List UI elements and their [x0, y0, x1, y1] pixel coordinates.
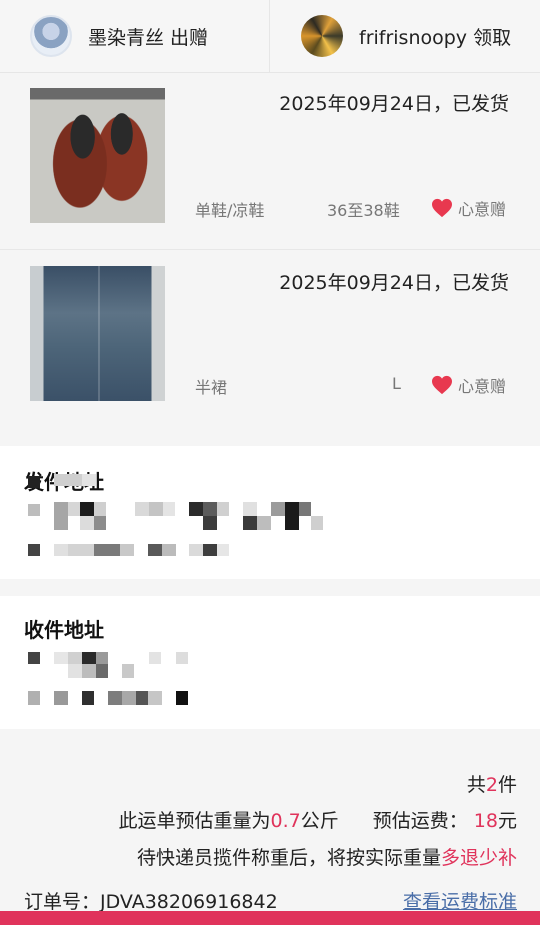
fee-unit: 元: [497, 810, 517, 832]
item-date-status: 2025年09月24日，已发货: [279, 93, 509, 115]
item-category: 半裙: [195, 378, 228, 397]
view-fee-standard-link[interactable]: 查看运费标准: [403, 887, 517, 914]
note-highlight: 多退少补: [440, 847, 517, 869]
receiver-info[interactable]: frifrisnoopy 领取: [270, 0, 540, 72]
order-value: JDVA38206916842: [100, 891, 278, 913]
count-value: 2: [485, 774, 498, 796]
item-size: L: [392, 374, 401, 393]
list-item[interactable]: 2025年09月24日，已发货 半裙 L 心意赠: [0, 250, 540, 425]
redacted-address-mosaic: [0, 596, 540, 729]
list-item[interactable]: 2025年09月24日，已发货 单鞋/凉鞋 36至38鞋 心意赠: [0, 73, 540, 250]
item-size: 36至38鞋: [327, 201, 400, 220]
weight-fee-line: 此运单预估重量为0.7公斤 预估运费： 18元: [119, 806, 517, 833]
weight-note: 待快递员揽件称重后，将按实际重量多退少补: [137, 843, 517, 870]
weight-prefix: 此运单预估重量为: [118, 810, 271, 832]
redacted-address-mosaic: [0, 446, 540, 579]
note-prefix: 待快递员揽件称重后，将按实际重量: [136, 847, 441, 869]
receiver-address-card: 收件地址: [0, 596, 540, 729]
sender-avatar[interactable]: [30, 15, 72, 57]
transfer-header: 墨染青丝 出赠 frifrisnoopy 领取: [0, 0, 540, 73]
fee-value: 18: [473, 810, 498, 832]
count-prefix: 共: [466, 774, 486, 796]
receiver-label: frifrisnoopy 领取: [359, 26, 512, 49]
sender-label: 墨染青丝 出赠: [88, 26, 209, 49]
gift-badge: 心意赠: [431, 373, 506, 397]
item-category: 单鞋/凉鞋: [195, 201, 265, 220]
weight-unit: 公斤: [300, 810, 339, 832]
order-number: 订单号：JDVA38206916842: [24, 887, 278, 914]
gift-badge: 心意赠: [431, 196, 506, 220]
sender-address-card: 发件地址: [0, 446, 540, 579]
bottom-action-bar[interactable]: [0, 911, 540, 925]
receiver-avatar[interactable]: [301, 15, 343, 57]
photo-detail: [97, 266, 100, 401]
item-count: 共2件: [467, 770, 517, 797]
heart-icon: [431, 375, 452, 395]
count-suffix: 件: [497, 774, 517, 796]
heart-icon: [431, 198, 452, 218]
order-label: 订单号：: [24, 891, 101, 913]
item-photo-shoes[interactable]: [30, 88, 165, 223]
weight-value: 0.7: [270, 810, 301, 832]
sender-info[interactable]: 墨染青丝 出赠: [0, 0, 270, 72]
gift-label: 心意赠: [457, 200, 506, 219]
gift-label: 心意赠: [457, 377, 506, 396]
item-date-status: 2025年09月24日，已发货: [279, 272, 509, 294]
fee-label: 预估运费：: [372, 810, 468, 832]
item-photo-skirt[interactable]: [30, 266, 165, 401]
